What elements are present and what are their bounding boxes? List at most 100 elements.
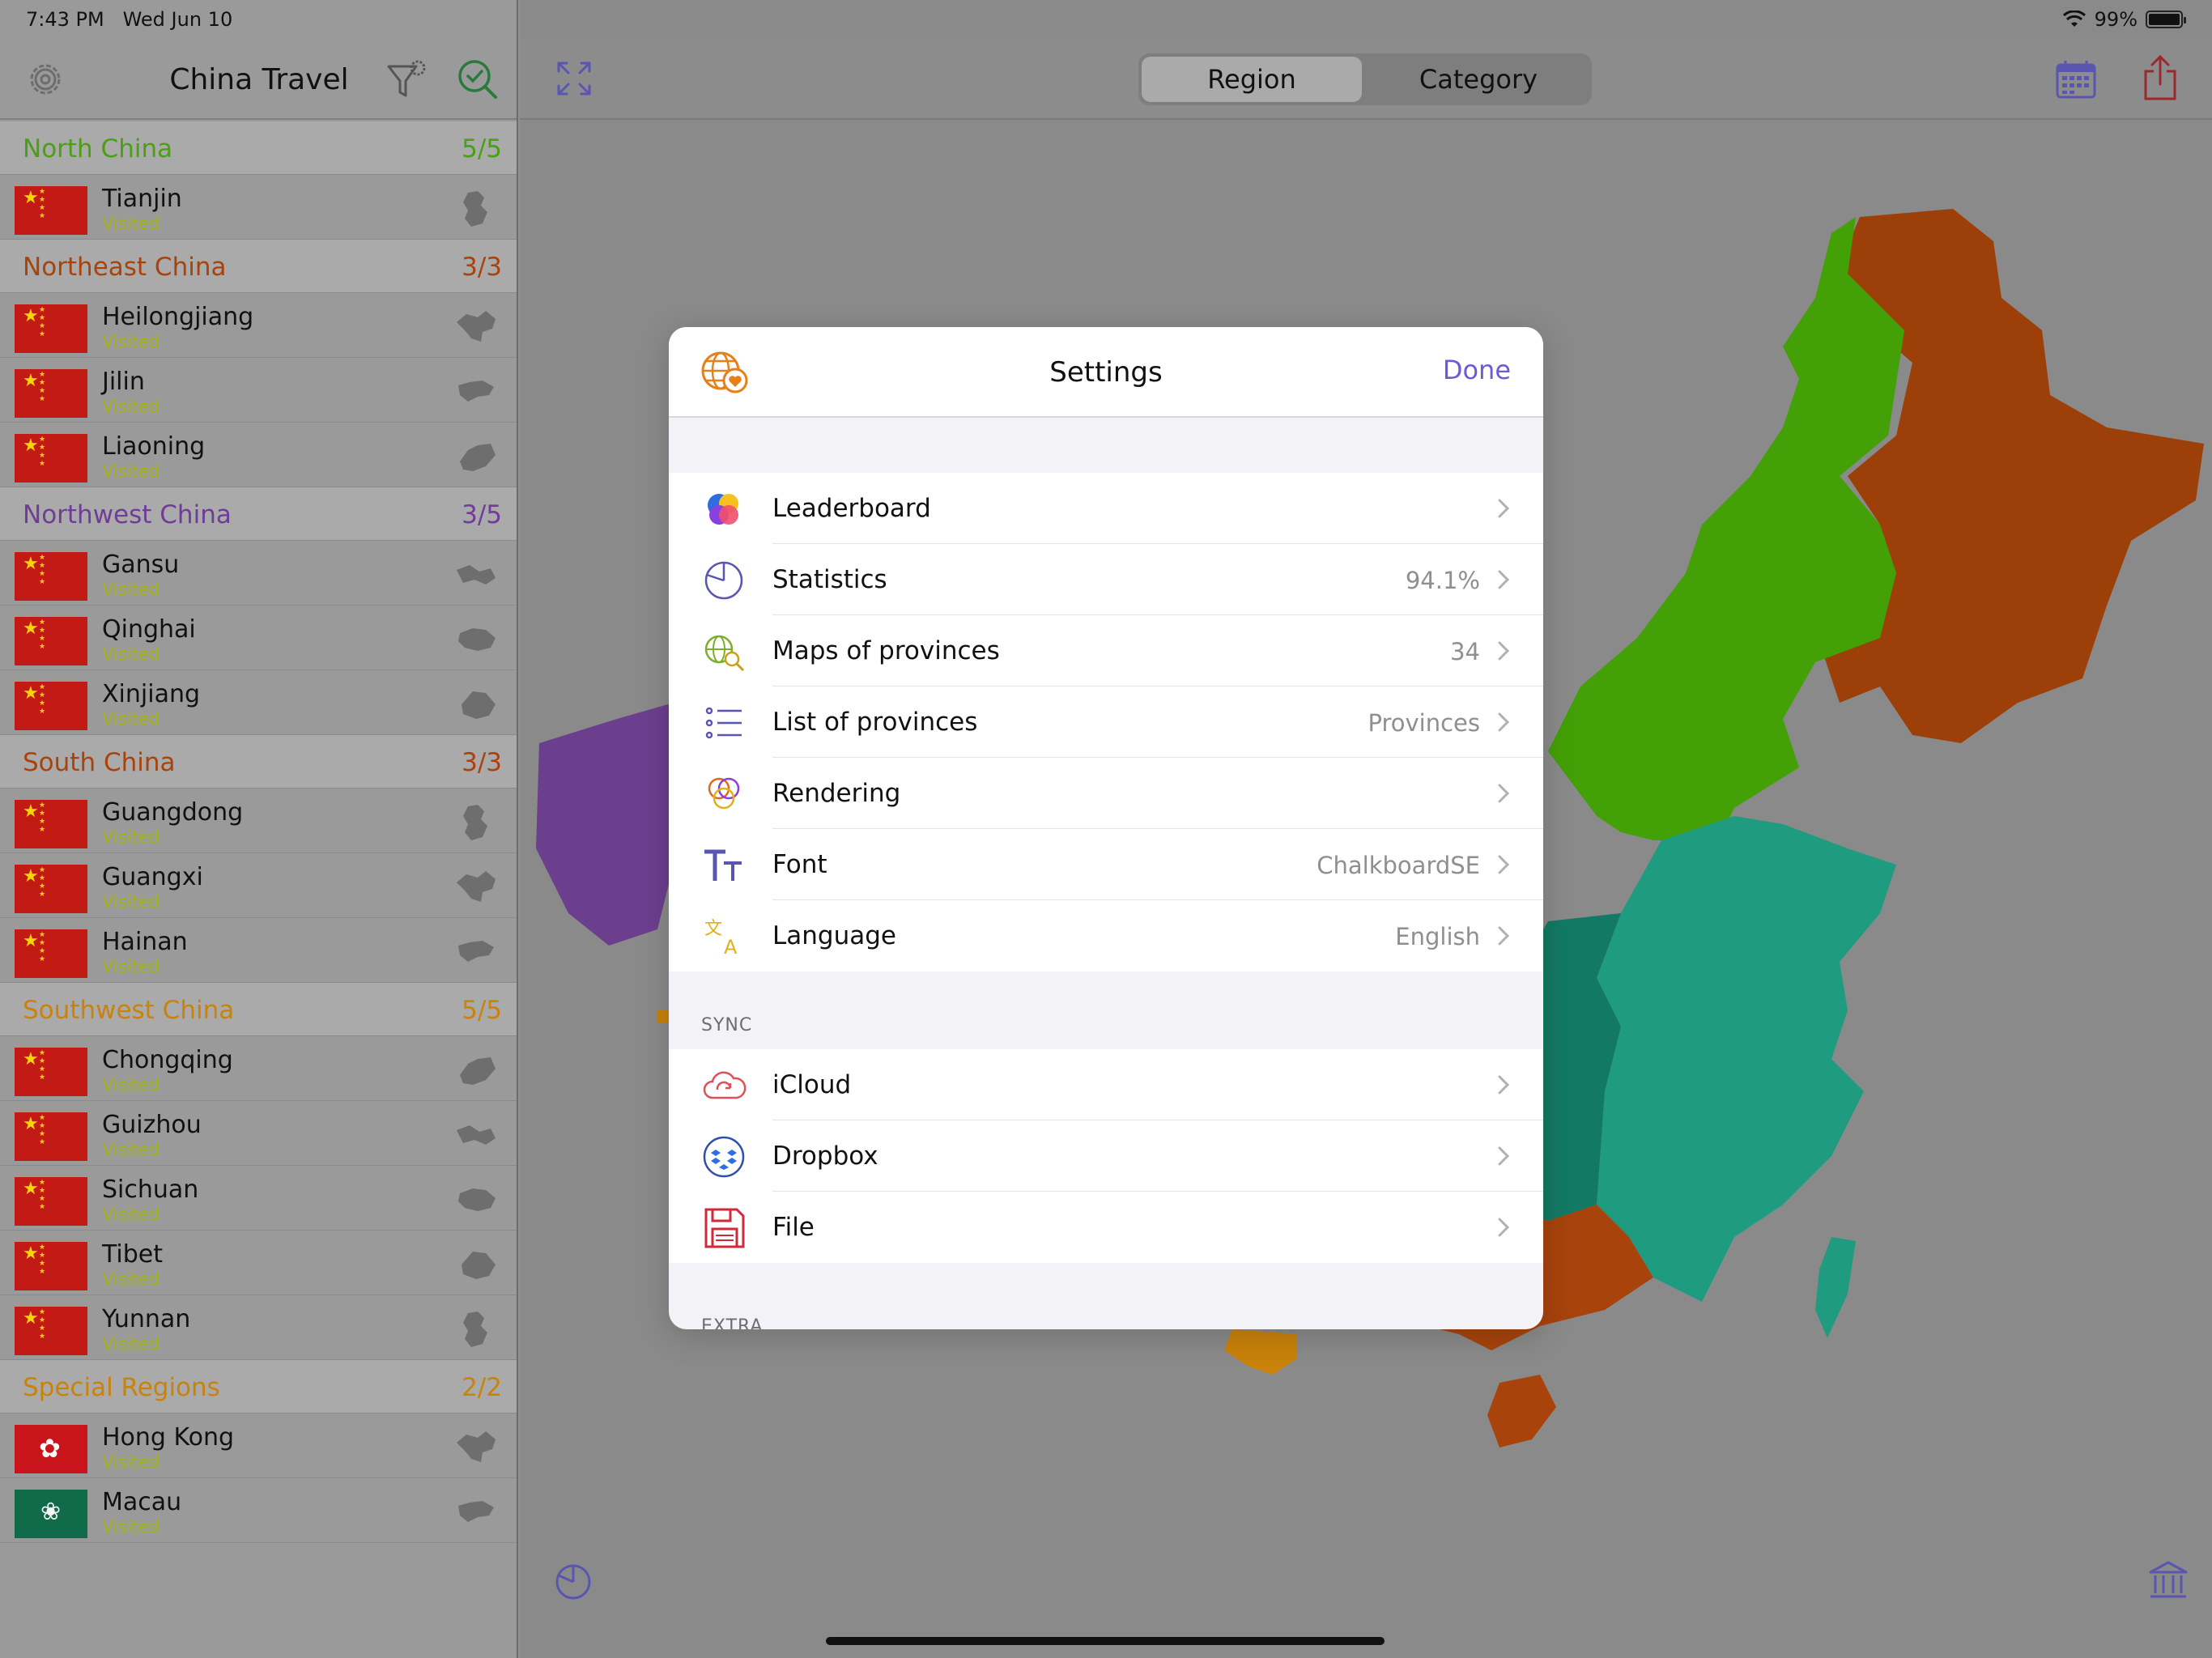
section-count: 3/5 (462, 500, 502, 529)
list-item[interactable]: ★ ★ ★ ★ ★ Guizhou Visited (0, 1101, 517, 1166)
main-toolbar: Region Category (520, 37, 2212, 120)
small-stars-icon: ★ ★ ★ ★ (39, 1244, 46, 1276)
visited-status: Visited (102, 1269, 160, 1289)
list-item[interactable]: ★ ★ ★ ★ ★ Hainan Visited (0, 918, 517, 983)
segment-category[interactable]: Category (1368, 57, 1589, 102)
province-name: Hainan (102, 928, 188, 956)
province-shape-icon (463, 191, 487, 227)
china-flag: ★ ★ ★ ★ ★ (15, 1307, 87, 1355)
section-header[interactable]: South China 3/3 (0, 735, 517, 789)
settings-row-language[interactable]: 文 A Language English (669, 900, 1543, 971)
list-item[interactable]: ★ ★ ★ ★ ★ Chongqing Visited (0, 1036, 517, 1101)
map-island-taiwan[interactable] (1815, 1237, 1856, 1338)
section-header[interactable]: Southwest China 5/5 (0, 983, 517, 1036)
province-name: Guizhou (102, 1111, 202, 1139)
list-item[interactable]: ★ ★ ★ ★ ★ Xinjiang Visited (0, 670, 517, 735)
section-title: Special Regions (23, 1373, 220, 1402)
filter-gear-icon[interactable] (384, 57, 429, 102)
museum-icon[interactable] (2146, 1558, 2191, 1603)
map-southwest-fragment-small[interactable] (657, 1010, 670, 1022)
status-right: 99% (2062, 8, 2186, 31)
settings-row-dropbox[interactable]: Dropbox (669, 1120, 1543, 1192)
map-region-northeast[interactable] (1823, 209, 2204, 743)
home-indicator[interactable] (826, 1637, 1385, 1645)
chevron-right-icon (1498, 1218, 1510, 1237)
list-item[interactable]: ★ ★ ★ ★ ★ Guangxi Visited (0, 853, 517, 918)
province-shape-icon (460, 1057, 496, 1085)
star-icon: ★ (23, 866, 39, 886)
province-shape-icon (457, 1431, 496, 1462)
star-icon: ★ (23, 1114, 39, 1134)
section-header[interactable]: Northwest China 3/5 (0, 487, 517, 541)
lotus-icon: ❀ (40, 1498, 62, 1526)
calendar-icon[interactable] (2053, 57, 2099, 102)
visited-status: Visited (102, 332, 160, 351)
settings-row-label: Statistics (772, 565, 887, 594)
list-item[interactable]: ★ ★ ★ ★ ★ Jilin Visited (0, 358, 517, 423)
svg-text:A: A (724, 936, 738, 959)
province-name: Liaoning (102, 432, 206, 461)
list-item[interactable]: ★ ★ ★ ★ ★ Sichuan Visited (0, 1166, 517, 1231)
list-item[interactable]: ★ ★ ★ ★ ★ Tibet Visited (0, 1231, 517, 1295)
settings-row-icloud[interactable]: iCloud (669, 1049, 1543, 1120)
pie-chart-icon[interactable] (551, 1558, 596, 1603)
list-item[interactable]: ★ ★ ★ ★ ★ Yunnan Visited (0, 1295, 517, 1360)
map-region-east[interactable] (1597, 816, 1896, 1302)
star-icon: ★ (23, 554, 39, 574)
settings-row-maps-of-provinces[interactable]: Maps of provinces 34 (669, 615, 1543, 687)
expand-icon[interactable] (554, 58, 594, 99)
province-shape-icon (463, 1312, 487, 1347)
settings-row-leaderboard[interactable]: Leaderboard (669, 473, 1543, 544)
china-flag: ★ ★ ★ ★ ★ (15, 1112, 87, 1161)
map-island-hainan[interactable] (1487, 1375, 1556, 1448)
visited-status: Visited (102, 1517, 160, 1537)
list-item[interactable]: ★ ★ ★ ★ ★ Heilongjiang Visited (0, 293, 517, 358)
china-flag: ★ ★ ★ ★ ★ (15, 1048, 87, 1096)
province-shape-icon (457, 871, 496, 902)
section-header[interactable]: Northeast China 3/3 (0, 240, 517, 293)
province-shape-icon (458, 1501, 494, 1522)
done-button[interactable]: Done (1443, 355, 1511, 385)
list-item[interactable]: ★ ★ ★ ★ ★ Tianjin Visited (0, 175, 517, 240)
list-item[interactable]: ❀ Macau Visited (0, 1478, 517, 1543)
settings-row-file[interactable]: File (669, 1192, 1543, 1263)
settings-main-group: Leaderboard Statistics 94.1% Maps of provin… (669, 473, 1543, 971)
list-item[interactable]: ★ ★ ★ ★ ★ Liaoning Visited (0, 423, 517, 487)
list-item[interactable]: ★ ★ ★ ★ ★ Guangdong Visited (0, 789, 517, 853)
china-flag: ★ ★ ★ ★ ★ (15, 1242, 87, 1290)
province-name: Guangdong (102, 798, 244, 827)
wifi-icon (2062, 11, 2086, 27)
small-stars-icon: ★ ★ ★ ★ (39, 619, 46, 651)
settings-row-label: File (772, 1213, 815, 1242)
small-stars-icon: ★ ★ ★ ★ (39, 306, 46, 338)
visited-status: Visited (102, 397, 160, 416)
settings-row-font[interactable]: Font ChalkboardSE (669, 829, 1543, 900)
chevron-right-icon (1498, 499, 1510, 518)
small-stars-icon: ★ ★ ★ ★ (39, 1308, 46, 1341)
hong-kong-flag: ✿ (15, 1425, 87, 1473)
chevron-right-icon (1498, 570, 1510, 589)
map-region-north[interactable] (1548, 217, 1904, 840)
star-icon: ★ (23, 1049, 39, 1069)
province-name: Gansu (102, 551, 180, 579)
share-icon[interactable] (2139, 53, 2181, 102)
segment-region[interactable]: Region (1142, 57, 1362, 102)
list-item[interactable]: ★ ★ ★ ★ ★ Qinghai Visited (0, 606, 517, 670)
section-header[interactable]: North China 5/5 (0, 121, 517, 175)
list-item[interactable]: ✿ Hong Kong Visited (0, 1414, 517, 1478)
china-flag: ★ ★ ★ ★ ★ (15, 552, 87, 601)
map-region-northwest[interactable] (536, 703, 682, 946)
section-title: South China (23, 748, 176, 777)
settings-row-list-of-provinces[interactable]: List of provinces Provinces (669, 687, 1543, 758)
map-region-southwest-fragment[interactable] (1224, 1329, 1297, 1375)
china-flag: ★ ★ ★ ★ ★ (15, 865, 87, 913)
settings-row-label: Language (772, 921, 896, 950)
section-header[interactable]: Special Regions 2/2 (0, 1360, 517, 1414)
settings-row-rendering[interactable]: Rendering (669, 758, 1543, 829)
star-icon: ★ (23, 801, 39, 822)
chevron-right-icon (1498, 855, 1510, 874)
list-item[interactable]: ★ ★ ★ ★ ★ Gansu Visited (0, 541, 517, 606)
settings-row-statistics[interactable]: Statistics 94.1% (669, 544, 1543, 615)
check-search-icon[interactable] (455, 57, 500, 102)
province-name: Qinghai (102, 615, 196, 644)
